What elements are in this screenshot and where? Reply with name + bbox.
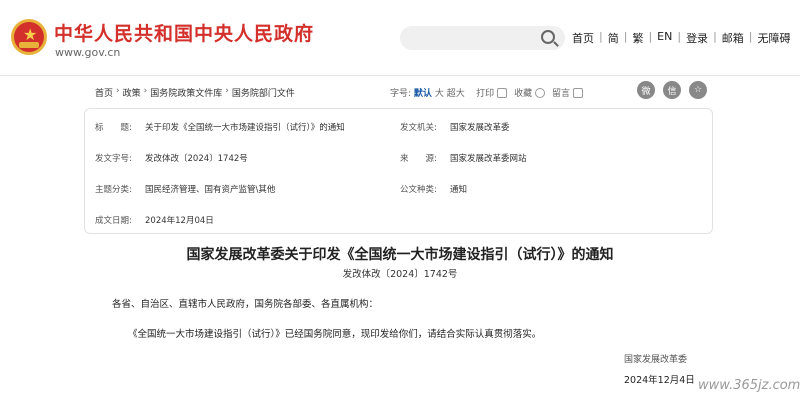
nav-english[interactable]: EN bbox=[657, 30, 672, 46]
site-title[interactable]: 中华人民共和国中央人民政府 bbox=[54, 19, 314, 46]
breadcrumb-home[interactable]: 首页 bbox=[95, 86, 113, 99]
info-issuer-row: 发文机关: 国家发展改革委 bbox=[400, 123, 510, 133]
nav-mail[interactable]: 邮箱 bbox=[722, 30, 744, 46]
nav-simplified[interactable]: 简 bbox=[608, 30, 619, 46]
top-header: ★ 中华人民共和国中央人民政府 www.gov.cn 首页 | 简 | 繁 | EN |… bbox=[0, 0, 800, 76]
favorite-button[interactable]: 收藏 bbox=[514, 86, 532, 99]
search-icon[interactable] bbox=[541, 30, 555, 44]
weibo-icon[interactable]: 微 bbox=[637, 81, 655, 99]
document-issuer: 国家发展改革委 bbox=[624, 355, 688, 365]
nav-login[interactable]: 登录 bbox=[686, 30, 708, 46]
page-tools: 字号: 默认 大 超大 打印 收藏 留言 bbox=[390, 86, 587, 99]
nav-traditional[interactable]: 繁 bbox=[632, 30, 643, 46]
nav-accessibility[interactable]: 无障碍 bbox=[758, 30, 791, 46]
star-icon[interactable] bbox=[535, 87, 546, 98]
info-date-row: 成文日期: 2024年12月04日 bbox=[95, 216, 214, 226]
site-url: www.gov.cn bbox=[55, 46, 121, 59]
nav-home[interactable]: 首页 bbox=[572, 30, 594, 46]
info-topic-row: 主题分类: 国民经济管理、国有资产监管\其他 bbox=[95, 185, 276, 195]
document-number: 发改体改〔2024〕1742号 bbox=[342, 269, 458, 280]
print-icon[interactable] bbox=[497, 87, 508, 98]
document-info-table: 标 题: 关于印发《全国统一大市场建设指引（试行）》的通知 发文机关: 国家发展改革… bbox=[84, 108, 713, 234]
breadcrumb-row: 首页 › 政策 › 国务院政策文件库 › 国务院部门文件 字号: 默认 大 超大 打印… bbox=[95, 81, 707, 102]
national-emblem-icon: ★ bbox=[11, 19, 47, 55]
document-body: 《全国统一大市场建设指引（试行）》已经国务院同意，现印发给你们，请结合实际认真贯… bbox=[128, 329, 542, 340]
comment-icon[interactable] bbox=[572, 87, 583, 98]
breadcrumb-library[interactable]: 国务院政策文件库 bbox=[150, 86, 222, 99]
document-salutation: 各省、自治区、直辖市人民政府，国务院各部委、各直属机构： bbox=[112, 299, 379, 310]
comment-button[interactable]: 留言 bbox=[552, 86, 570, 99]
font-size-label: 字号: bbox=[390, 89, 412, 99]
breadcrumb: 首页 › 政策 › 国务院政策文件库 › 国务院部门文件 bbox=[95, 86, 295, 99]
info-type-row: 公文种类: 通知 bbox=[400, 185, 468, 195]
print-button[interactable]: 打印 bbox=[476, 86, 494, 99]
breadcrumb-policy[interactable]: 政策 bbox=[123, 86, 141, 99]
info-source-row: 来 源: 国家发展改革委网站 bbox=[400, 154, 527, 164]
font-large-button[interactable]: 大 bbox=[435, 86, 444, 99]
share-bar: 微 信 ☆ bbox=[637, 81, 715, 99]
favorite-star-icon[interactable]: ☆ bbox=[689, 81, 707, 99]
top-nav: 首页 | 简 | 繁 | EN | 登录 | 邮箱 | 无障碍 bbox=[572, 30, 791, 46]
wechat-icon[interactable]: 信 bbox=[663, 81, 681, 99]
document-date: 2024年12月4日 bbox=[624, 375, 695, 386]
document-title: 国家发展改革委关于印发《全国统一大市场建设指引（试行）》的通知 bbox=[186, 247, 614, 263]
font-default-button[interactable]: 默认 bbox=[414, 86, 432, 99]
info-docno-row: 发文字号: 发改体改〔2024〕1742号 bbox=[95, 154, 248, 164]
search-input[interactable] bbox=[400, 26, 565, 50]
font-xlarge-button[interactable]: 超大 bbox=[447, 86, 465, 99]
info-title-row: 标 题: 关于印发《全国统一大市场建设指引（试行）》的通知 bbox=[95, 123, 345, 133]
watermark: www.365jz.com bbox=[698, 378, 800, 393]
breadcrumb-department[interactable]: 国务院部门文件 bbox=[232, 86, 295, 99]
